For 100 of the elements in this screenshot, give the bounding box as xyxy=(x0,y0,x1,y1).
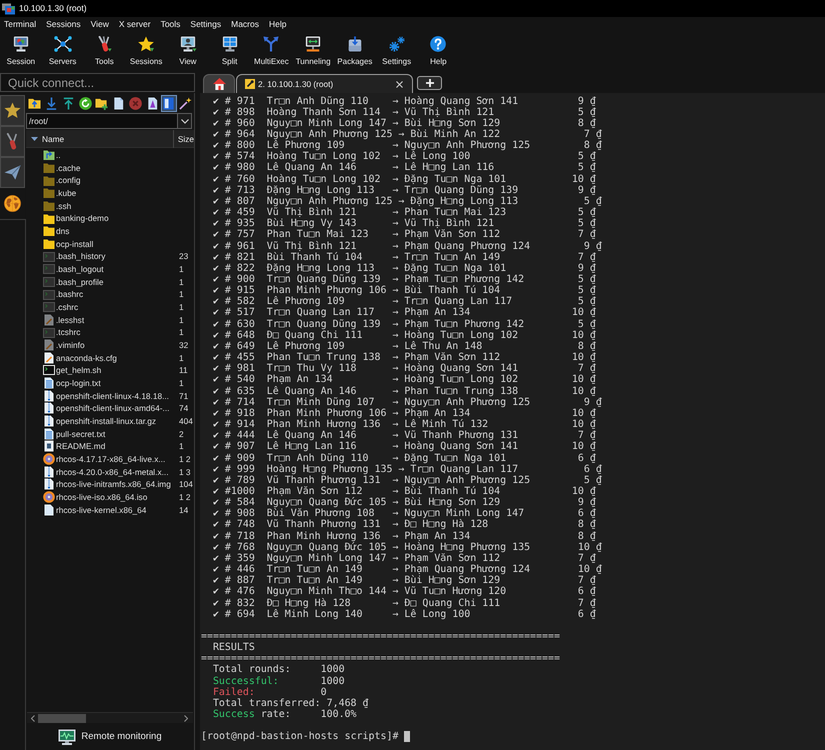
quick-connect-field[interactable]: Quick connect... xyxy=(0,73,195,92)
file-name[interactable]: .lesshst xyxy=(56,316,84,324)
file-name[interactable]: .ssh xyxy=(56,202,72,210)
column-header[interactable]: Name xyxy=(26,130,173,148)
file-name[interactable]: .tcshrc xyxy=(56,328,80,337)
scrollbar-thumb[interactable] xyxy=(38,714,86,722)
menu-item[interactable]: Macros xyxy=(231,20,259,28)
file-name[interactable]: .config xyxy=(56,176,80,185)
file-name[interactable]: openshift-install-linux.tar.gz xyxy=(56,416,156,426)
menu-item[interactable]: Help xyxy=(269,20,286,28)
multiexec-button[interactable]: MultiExec xyxy=(250,31,292,71)
close-icon[interactable] xyxy=(396,80,403,88)
file-size: 2 xyxy=(178,430,184,438)
terminal-line: ✔ # 821 Bùi Thanh Tú 104 → Tr□n Tu□n An 149 7 ₫ xyxy=(212,252,597,263)
summary-line: Success rate: 100.0% xyxy=(212,709,358,720)
menu-item[interactable]: Terminal xyxy=(4,20,36,28)
sessions-button[interactable]: Sessions xyxy=(125,31,167,71)
terminal-line: ✔ # 832 Đ□ H□ng Hà 128 → Đ□ Quang Chi 111 7 ₫ xyxy=(212,598,597,609)
terminal-line: ✔ # 476 Nguy□n Minh Th□o 144 → Vũ Tu□n Hương 120 6 ₫ xyxy=(212,586,597,598)
side-tab[interactable] xyxy=(0,157,25,188)
terminal-line: ✔ # 961 Vũ Thị Bình 121 → Phạm Quang Phương 124 9 ₫ xyxy=(212,240,603,252)
file-name[interactable]: .bash_logout xyxy=(56,265,104,274)
file-size: 1 xyxy=(178,328,184,337)
remote-monitoring-button[interactable]: Remote monitoring xyxy=(58,728,162,744)
file-toolbar-button[interactable] xyxy=(76,95,94,112)
results-heading: RESULTS xyxy=(212,642,256,654)
file-name[interactable]: .bash_profile xyxy=(56,278,104,286)
packages-button[interactable]: Packages xyxy=(334,31,376,71)
file-size: 1 3 xyxy=(178,468,191,476)
side-tab[interactable] xyxy=(0,95,25,126)
menu-item[interactable]: View xyxy=(90,20,109,28)
menu-item[interactable]: Settings xyxy=(190,20,222,28)
file-name[interactable]: .bashrc xyxy=(56,290,84,299)
help-button[interactable]: Help xyxy=(418,31,460,71)
file-size: 1 xyxy=(178,442,184,451)
file-name[interactable]: ocp-login.txt xyxy=(56,378,101,388)
settings-button[interactable]: Settings xyxy=(376,31,418,71)
home-icon xyxy=(212,78,226,90)
file-toolbar-button[interactable] xyxy=(177,95,194,112)
file-name[interactable]: .kube xyxy=(56,189,76,198)
terminal-line: ✔ # 630 Tr□n Quang Dũng 139 → Phạm Tu□n Phương 142 5 ₫ xyxy=(212,318,597,330)
file-name[interactable]: rhcos-live-initramfs.x86_64.img xyxy=(56,480,171,489)
file-size: 1 2 xyxy=(178,492,191,502)
terminal-line: ✔ # 455 Phan Tu□n Trung 138 → Phạm Văn Sơn 112 10 ₫ xyxy=(212,352,597,364)
file-name[interactable]: .cshrc xyxy=(56,303,78,312)
file-size: 1 xyxy=(178,354,184,362)
terminal-line: ✔ # 714 Tr□n Minh Dũng 107 → Nguy□n Anh Phương 125 9 ₫ xyxy=(212,396,603,408)
paper-plane-icon xyxy=(4,164,21,181)
star-icon xyxy=(137,36,156,52)
user-monitor-icon xyxy=(178,36,197,52)
file-name[interactable]: dns xyxy=(56,227,70,236)
terminal-line: ✔ # 748 Vũ Thanh Phương 131 → Đ□ H□ng Hà 128 8 ₫ xyxy=(212,519,597,531)
file-name[interactable]: rhcos-live-kernel.x86_64 xyxy=(56,506,146,514)
wrench-icon xyxy=(245,79,255,89)
view-button[interactable]: View xyxy=(167,31,209,71)
file-name[interactable]: ocp-install xyxy=(56,240,94,248)
side-tab[interactable] xyxy=(0,126,25,157)
file-name[interactable]: .cache xyxy=(56,164,80,172)
file-name[interactable]: .bash_history xyxy=(56,252,106,261)
summary-line: Failed: 0 xyxy=(212,686,328,698)
window-title: 10.100.1.30 (root) xyxy=(19,4,87,13)
file-name[interactable]: pull-secret.txt xyxy=(56,430,106,438)
servers-button[interactable]: Servers xyxy=(42,31,84,71)
tools-button[interactable]: Tools xyxy=(84,31,126,71)
file-name[interactable]: banking-demo xyxy=(56,214,109,223)
terminal-line: ✔ # 918 Phan Minh Phương 106 → Phạm An 134 10 ₫ xyxy=(212,408,597,419)
tunneling-button[interactable]: Tunneling xyxy=(292,31,334,71)
file-name[interactable]: .. xyxy=(56,151,61,160)
file-size: 1 xyxy=(178,316,184,324)
settings-icon xyxy=(388,36,406,52)
session-tab[interactable]: 2. 10.100.1.30 (root) xyxy=(236,74,413,93)
globe-icon xyxy=(4,195,21,212)
new-tab-button[interactable] xyxy=(417,76,442,90)
window-grid-icon xyxy=(220,36,239,52)
split-button[interactable]: Split xyxy=(208,31,250,71)
file-size: 104 xyxy=(178,480,193,489)
file-name[interactable]: get_helm.sh xyxy=(56,366,102,375)
terminal-line: ✔ # 446 Tr□n Tu□n An 149 → Phạm Quang Phương 124 10 ₫ xyxy=(212,564,603,576)
menu-item[interactable]: Sessions xyxy=(46,20,81,28)
file-name[interactable]: rhcos-4.20.0-x86_64-metal.x... xyxy=(56,468,169,476)
terminal-line: ✔ # 444 Lê Quang An 146 → Vũ Thanh Phương 131 7 ₫ xyxy=(212,430,597,442)
menu-item[interactable]: Tools xyxy=(160,20,180,28)
file-name[interactable]: rhcos-live-iso.x86_64.iso xyxy=(56,492,148,502)
session-button[interactable]: Session xyxy=(0,31,42,71)
terminal-line: ✔ # 635 Lê Quang An 146 → Phan Tu□n Trung 138 10 ₫ xyxy=(212,386,597,397)
file-name[interactable]: rhcos-4.17.17-x86_64-live.x... xyxy=(56,454,166,464)
summary-line: Total rounds: 1000 xyxy=(212,664,346,676)
file-name[interactable]: README.md xyxy=(56,442,106,451)
file-name[interactable]: .viminfo xyxy=(56,341,85,350)
dropdown-button[interactable] xyxy=(178,113,192,129)
file-size: 1 xyxy=(178,303,184,312)
file-name[interactable]: openshift-client-linux-amd64-... xyxy=(56,404,170,413)
file-name[interactable]: openshift-client-linux-4.18.18... xyxy=(56,392,169,400)
horizontal-scrollbar[interactable] xyxy=(27,712,193,723)
menu-item[interactable]: X server xyxy=(118,20,151,28)
file-toolbar-button[interactable] xyxy=(160,95,178,112)
column-header[interactable]: Size xyxy=(172,130,194,148)
home-tab[interactable] xyxy=(203,74,235,93)
file-name[interactable]: anaconda-ks.cfg xyxy=(56,354,117,362)
path-field[interactable]: /root/ xyxy=(26,113,178,129)
